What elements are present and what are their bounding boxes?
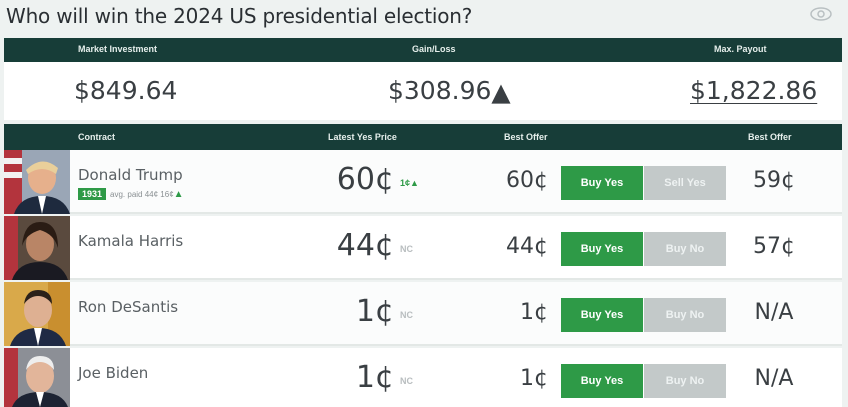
payout-value[interactable]: $1,822.86	[690, 76, 817, 105]
avg-paid: avg. paid 44¢ 16¢	[110, 190, 174, 199]
eye-icon[interactable]	[810, 6, 832, 22]
avatar	[4, 150, 70, 214]
sell-yes-button[interactable]: Sell Yes	[644, 166, 726, 200]
table-row[interactable]: Joe Biden 1¢ NC 1¢ Buy Yes Buy No N/A	[4, 348, 842, 407]
table-header: Contract Latest Yes Price Best Offer Bes…	[4, 124, 842, 150]
table-row[interactable]: Kamala Harris 44¢ NC 44¢ Buy Yes Buy No …	[4, 216, 842, 280]
buy-yes-button[interactable]: Buy Yes	[561, 166, 643, 200]
page-title: Who will win the 2024 US presidential el…	[6, 4, 473, 28]
price-change: NC	[400, 310, 413, 320]
best-offer-no-header: Best Offer	[748, 132, 792, 142]
best-offer-header: Best Offer	[504, 132, 548, 142]
buy-yes-button[interactable]: Buy Yes	[561, 232, 643, 266]
contract-name[interactable]: Kamala Harris	[78, 232, 183, 250]
summary-header: Market Investment Gain/Loss Max. Payout	[4, 38, 842, 62]
buy-yes-button[interactable]: Buy Yes	[561, 364, 643, 398]
best-offer-no: N/A	[754, 300, 794, 325]
latest-price-header: Latest Yes Price	[328, 132, 397, 142]
gain-amount: $308.96	[388, 76, 492, 105]
arrow-up-icon: ▲	[410, 178, 419, 188]
latest-price: 1¢	[355, 294, 394, 329]
best-offer-yes: 44¢	[506, 234, 548, 259]
best-offer-yes: 1¢	[520, 300, 548, 325]
contract-name[interactable]: Joe Biden	[78, 364, 148, 382]
buy-no-button[interactable]: Buy No	[644, 364, 726, 398]
table-row[interactable]: Donald Trump 1931 avg. paid 44¢ 16¢▲ 60¢ …	[4, 150, 842, 214]
arrow-up-icon: ▲	[173, 189, 184, 200]
price-change: 1¢▲	[400, 178, 419, 188]
buy-yes-button[interactable]: Buy Yes	[561, 298, 643, 332]
investment-header: Market Investment	[78, 44, 158, 54]
latest-price: 60¢	[336, 162, 394, 197]
table-row[interactable]: Ron DeSantis 1¢ NC 1¢ Buy Yes Buy No N/A	[4, 282, 842, 346]
best-offer-yes: 60¢	[506, 168, 548, 193]
best-offer-no: 57¢	[753, 234, 795, 259]
gain-header: Gain/Loss	[412, 44, 456, 54]
avatar	[4, 282, 70, 346]
best-offer-no: N/A	[754, 366, 794, 391]
shares-badge: 1931	[78, 188, 107, 200]
latest-price: 1¢	[355, 360, 394, 395]
arrow-up-icon: ▲	[491, 77, 511, 107]
best-offer-no: 59¢	[753, 168, 795, 193]
avatar	[4, 216, 70, 280]
buy-no-button[interactable]: Buy No	[644, 298, 726, 332]
buy-no-button[interactable]: Buy No	[644, 232, 726, 266]
price-change: NC	[400, 244, 413, 254]
title-bar: Who will win the 2024 US presidential el…	[0, 0, 848, 36]
summary-values: $849.64 $308.96▲ $1,822.86	[4, 62, 842, 120]
price-change-value: 1¢	[400, 178, 411, 188]
contract-header: Contract	[78, 132, 116, 142]
price-change: NC	[400, 376, 413, 386]
avatar	[4, 348, 70, 407]
contract-name[interactable]: Ron DeSantis	[78, 298, 178, 316]
investment-value: $849.64	[74, 76, 178, 105]
payout-header: Max. Payout	[714, 44, 767, 54]
gain-value: $308.96▲	[388, 76, 511, 107]
latest-price: 44¢	[336, 228, 394, 263]
contract-name[interactable]: Donald Trump	[78, 166, 183, 184]
position-info: 1931 avg. paid 44¢ 16¢▲	[78, 188, 184, 200]
best-offer-yes: 1¢	[520, 366, 548, 391]
